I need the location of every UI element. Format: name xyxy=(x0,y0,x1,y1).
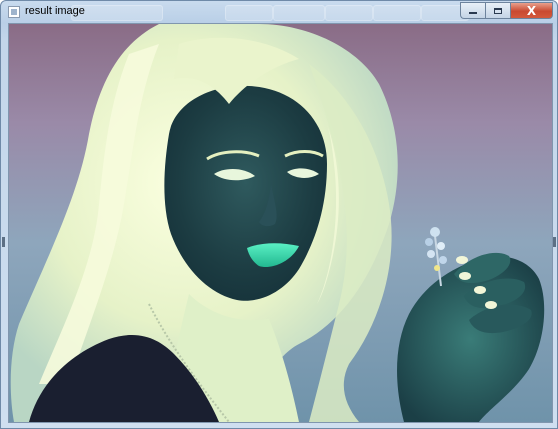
close-icon: X xyxy=(526,3,537,18)
nail-3 xyxy=(474,286,486,294)
caption-buttons: X xyxy=(460,2,553,19)
minimize-icon xyxy=(469,12,477,14)
maximize-button[interactable] xyxy=(485,2,510,19)
ghost-button xyxy=(273,5,325,21)
result-image-window: result image X xyxy=(0,0,558,429)
ghost-button xyxy=(325,5,373,21)
nail-2 xyxy=(459,272,471,280)
inverted-photo xyxy=(9,24,552,422)
image-client-area xyxy=(8,23,553,423)
ghost-button xyxy=(225,5,273,21)
close-button[interactable]: X xyxy=(510,2,553,19)
app-window-icon xyxy=(8,6,20,18)
nail-4 xyxy=(485,301,497,309)
ghost-button xyxy=(373,5,421,21)
minimize-button[interactable] xyxy=(460,2,485,19)
title-bar[interactable]: result image X xyxy=(1,1,557,23)
right-resize-grip[interactable] xyxy=(553,237,556,247)
left-resize-grip[interactable] xyxy=(2,237,5,247)
nail-1 xyxy=(456,256,468,264)
window-title: result image xyxy=(25,5,85,17)
maximize-icon xyxy=(494,7,502,14)
